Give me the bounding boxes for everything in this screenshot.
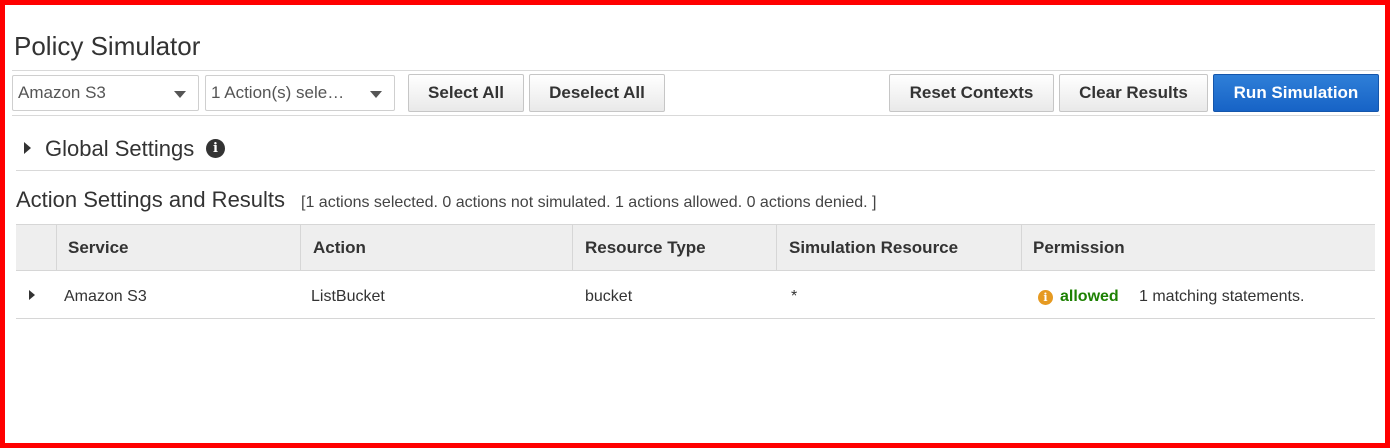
column-header-permission[interactable]: Permission: [1033, 225, 1125, 270]
column-separator: [300, 225, 301, 270]
info-icon[interactable]: i: [206, 139, 225, 158]
info-icon[interactable]: i: [1038, 290, 1053, 305]
column-separator: [56, 225, 57, 270]
results-summary: [1 actions selected. 0 actions not simul…: [301, 194, 877, 211]
table-row[interactable]: Amazon S3 ListBucket bucket * i allowed …: [16, 271, 1375, 319]
reset-contexts-button[interactable]: Reset Contexts: [889, 74, 1054, 112]
column-header-simulation-resource[interactable]: Simulation Resource: [789, 225, 958, 270]
matching-statements-link[interactable]: 1 matching statements.: [1139, 271, 1304, 318]
column-header-resource-type[interactable]: Resource Type: [585, 225, 706, 270]
column-separator: [1021, 225, 1022, 270]
page-title: Policy Simulator: [14, 31, 201, 61]
toolbar-divider: [12, 115, 1380, 116]
expand-row-icon[interactable]: [29, 290, 35, 300]
permission-status: allowed: [1060, 288, 1119, 305]
cell-resource-type: bucket: [585, 288, 633, 305]
column-separator: [776, 225, 777, 270]
action-select-value: 1 Action(s) sele…: [211, 83, 345, 102]
chevron-down-icon: [174, 91, 186, 98]
global-settings-title: Global Settings: [45, 136, 195, 161]
cell-action: ListBucket: [311, 288, 385, 305]
column-header-service[interactable]: Service: [68, 225, 129, 270]
cell-simulation-resource: *: [791, 288, 798, 305]
action-settings-title: Action Settings and Results: [16, 187, 286, 212]
cell-service: Amazon S3: [64, 288, 147, 305]
column-header-action[interactable]: Action: [313, 225, 366, 270]
service-select[interactable]: Amazon S3: [12, 75, 199, 111]
run-simulation-button[interactable]: Run Simulation: [1213, 74, 1379, 112]
service-select-value: Amazon S3: [18, 83, 106, 102]
chevron-down-icon: [370, 91, 382, 98]
caret-right-icon: [24, 142, 31, 154]
select-all-button[interactable]: Select All: [408, 74, 524, 112]
column-separator: [572, 225, 573, 270]
clear-results-button[interactable]: Clear Results: [1059, 74, 1208, 112]
deselect-all-button[interactable]: Deselect All: [529, 74, 665, 112]
results-table-header: Service Action Resource Type Simulation …: [16, 224, 1375, 271]
action-select[interactable]: 1 Action(s) sele…: [205, 75, 395, 111]
title-divider: [12, 70, 1380, 71]
global-settings-divider: [16, 170, 1375, 171]
